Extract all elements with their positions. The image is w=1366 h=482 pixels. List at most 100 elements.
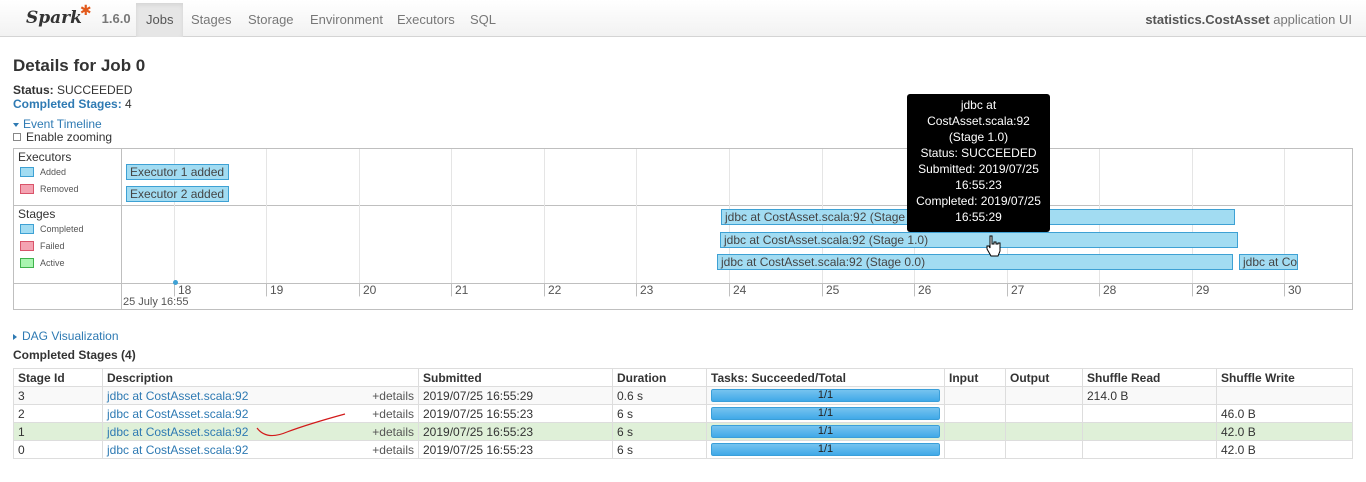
legend-added: Added xyxy=(20,167,66,177)
col-input[interactable]: Input xyxy=(944,368,1006,387)
grid-line xyxy=(544,149,545,297)
stage-id: 1 xyxy=(13,422,103,441)
event-timeline[interactable]: Executors Added Removed Stages Completed… xyxy=(13,148,1353,310)
dag-visualization-toggle[interactable]: DAG Visualization xyxy=(13,329,119,343)
duration-cell: 6 s xyxy=(612,404,707,423)
tab-sql[interactable]: SQL xyxy=(460,3,506,37)
col-tasks[interactable]: Tasks: Succeeded/Total xyxy=(706,368,945,387)
stage-item[interactable]: jdbc at CostAsset.scala:92 (Stage 0.0) xyxy=(717,254,1233,270)
hand-cursor-icon xyxy=(986,235,1001,257)
col-shuffle-write[interactable]: Shuffle Write xyxy=(1216,368,1353,387)
tab-executors[interactable]: Executors xyxy=(387,3,465,37)
spark-logo[interactable]: Spark ✱ 1.6.0 xyxy=(26,2,131,32)
event-timeline-toggle[interactable]: Event Timeline xyxy=(13,117,102,131)
stage-item[interactable]: jdbc at Co xyxy=(1239,254,1298,270)
completed-stages-count: 4 xyxy=(125,97,132,111)
legend-label: Failed xyxy=(40,241,65,251)
tooltip-line: Submitted: 2019/07/25 xyxy=(918,162,1039,176)
axis-tick xyxy=(1284,283,1285,296)
col-description[interactable]: Description xyxy=(102,368,419,387)
tab-environment[interactable]: Environment xyxy=(300,3,393,37)
executors-group-label: Executors xyxy=(18,150,72,164)
details-toggle[interactable]: +details xyxy=(372,443,414,457)
submitted-cell: 2019/07/25 16:55:23 xyxy=(418,404,613,423)
tab-storage[interactable]: Storage xyxy=(238,3,304,37)
table-row: 0 jdbc at CostAsset.scala:92 +details 201… xyxy=(13,440,1353,459)
axis-label: 25 xyxy=(826,283,840,297)
progress-text: 1/1 xyxy=(817,407,834,419)
tasks-progress-bar: 1/1 xyxy=(711,443,940,456)
shuffle-write-cell: 42.0 B xyxy=(1216,422,1353,441)
status-value: SUCCEEDED xyxy=(57,83,133,97)
legend-swatch xyxy=(20,224,34,234)
details-toggle[interactable]: +details xyxy=(372,389,414,403)
axis-label: 18 xyxy=(178,283,192,297)
status-label: Status: xyxy=(13,83,54,97)
shuffle-read-cell xyxy=(1082,440,1217,459)
tab-stages[interactable]: Stages xyxy=(181,3,241,37)
stage-item[interactable]: jdbc at CostAsset.scala:92 (Stage 1.0) xyxy=(720,232,1238,248)
stage-description-link[interactable]: jdbc at CostAsset.scala:92 xyxy=(107,425,248,439)
axis-label: 21 xyxy=(455,283,469,297)
legend-active: Active xyxy=(20,258,65,268)
executor-added-item[interactable]: Executor 2 added xyxy=(126,186,229,202)
axis-tick xyxy=(914,283,915,296)
legend-label: Active xyxy=(40,258,65,268)
app-suffix: application UI xyxy=(1273,12,1352,27)
axis-tick xyxy=(729,283,730,296)
legend-swatch xyxy=(20,241,34,251)
brand-name: Spark xyxy=(26,8,82,28)
tooltip-line: 16:55:29 xyxy=(955,210,1002,224)
axis-label: 29 xyxy=(1196,283,1210,297)
stage-description-link[interactable]: jdbc at CostAsset.scala:92 xyxy=(107,389,248,403)
tab-jobs[interactable]: Jobs xyxy=(136,3,184,37)
col-stage-id[interactable]: Stage Id xyxy=(13,368,103,387)
table-row: 1 jdbc at CostAsset.scala:92 +details 201… xyxy=(13,422,1353,441)
tooltip-line: Completed: 2019/07/25 xyxy=(916,194,1041,208)
axis-tick xyxy=(822,283,823,296)
duration-cell: 0.6 s xyxy=(612,386,707,405)
progress-text: 1/1 xyxy=(817,443,834,455)
executor-added-item[interactable]: Executor 1 added xyxy=(126,164,229,180)
axis-tick xyxy=(266,283,267,296)
table-header-row: Stage Id Description Submitted Duration … xyxy=(13,368,1353,387)
axis-label: 24 xyxy=(733,283,747,297)
completed-stages-line: Completed Stages: 4 xyxy=(13,97,132,111)
stage-id: 2 xyxy=(13,404,103,423)
tasks-cell: 1/1 xyxy=(706,386,945,405)
col-duration[interactable]: Duration xyxy=(612,368,707,387)
grid-line xyxy=(451,149,452,297)
axis-tick xyxy=(636,283,637,296)
progress-text: 1/1 xyxy=(817,425,834,437)
legend-label: Removed xyxy=(40,184,79,194)
col-submitted[interactable]: Submitted xyxy=(418,368,613,387)
stages-group-label: Stages xyxy=(18,207,56,221)
completed-stages-table: Stage Id Description Submitted Duration … xyxy=(13,368,1353,459)
details-toggle[interactable]: +details xyxy=(372,425,414,439)
grid-line xyxy=(359,149,360,297)
output-cell xyxy=(1005,440,1083,459)
navbar: Spark ✱ 1.6.0 Jobs Stages Storage Enviro… xyxy=(0,0,1366,37)
output-cell xyxy=(1005,422,1083,441)
table-row: 2 jdbc at CostAsset.scala:92 +details 201… xyxy=(13,404,1353,423)
caret-right-icon xyxy=(13,333,17,340)
dag-label: DAG Visualization xyxy=(22,329,119,343)
duration-cell: 6 s xyxy=(612,422,707,441)
table-row: 3 jdbc at CostAsset.scala:92 +details 201… xyxy=(13,386,1353,405)
stage-tooltip: jdbc at CostAsset.scala:92 (Stage 1.0) S… xyxy=(907,94,1050,232)
legend-completed: Completed xyxy=(20,224,84,234)
enable-zooming[interactable]: Enable zooming xyxy=(13,130,112,144)
axis-label: 28 xyxy=(1103,283,1117,297)
completed-stages-link[interactable]: Completed Stages: xyxy=(13,97,122,111)
stage-id: 3 xyxy=(13,386,103,405)
stage-description-link[interactable]: jdbc at CostAsset.scala:92 xyxy=(107,407,248,421)
stage-description-link[interactable]: jdbc at CostAsset.scala:92 xyxy=(107,443,248,457)
red-annotation-scribble xyxy=(256,413,346,437)
timeline-row-divider xyxy=(14,205,1352,206)
zoom-checkbox[interactable] xyxy=(13,133,21,141)
version-label: 1.6.0 xyxy=(101,10,131,26)
tooltip-line: (Stage 1.0) xyxy=(948,130,1009,144)
col-output[interactable]: Output xyxy=(1005,368,1083,387)
col-shuffle-read[interactable]: Shuffle Read xyxy=(1082,368,1217,387)
details-toggle[interactable]: +details xyxy=(372,407,414,421)
